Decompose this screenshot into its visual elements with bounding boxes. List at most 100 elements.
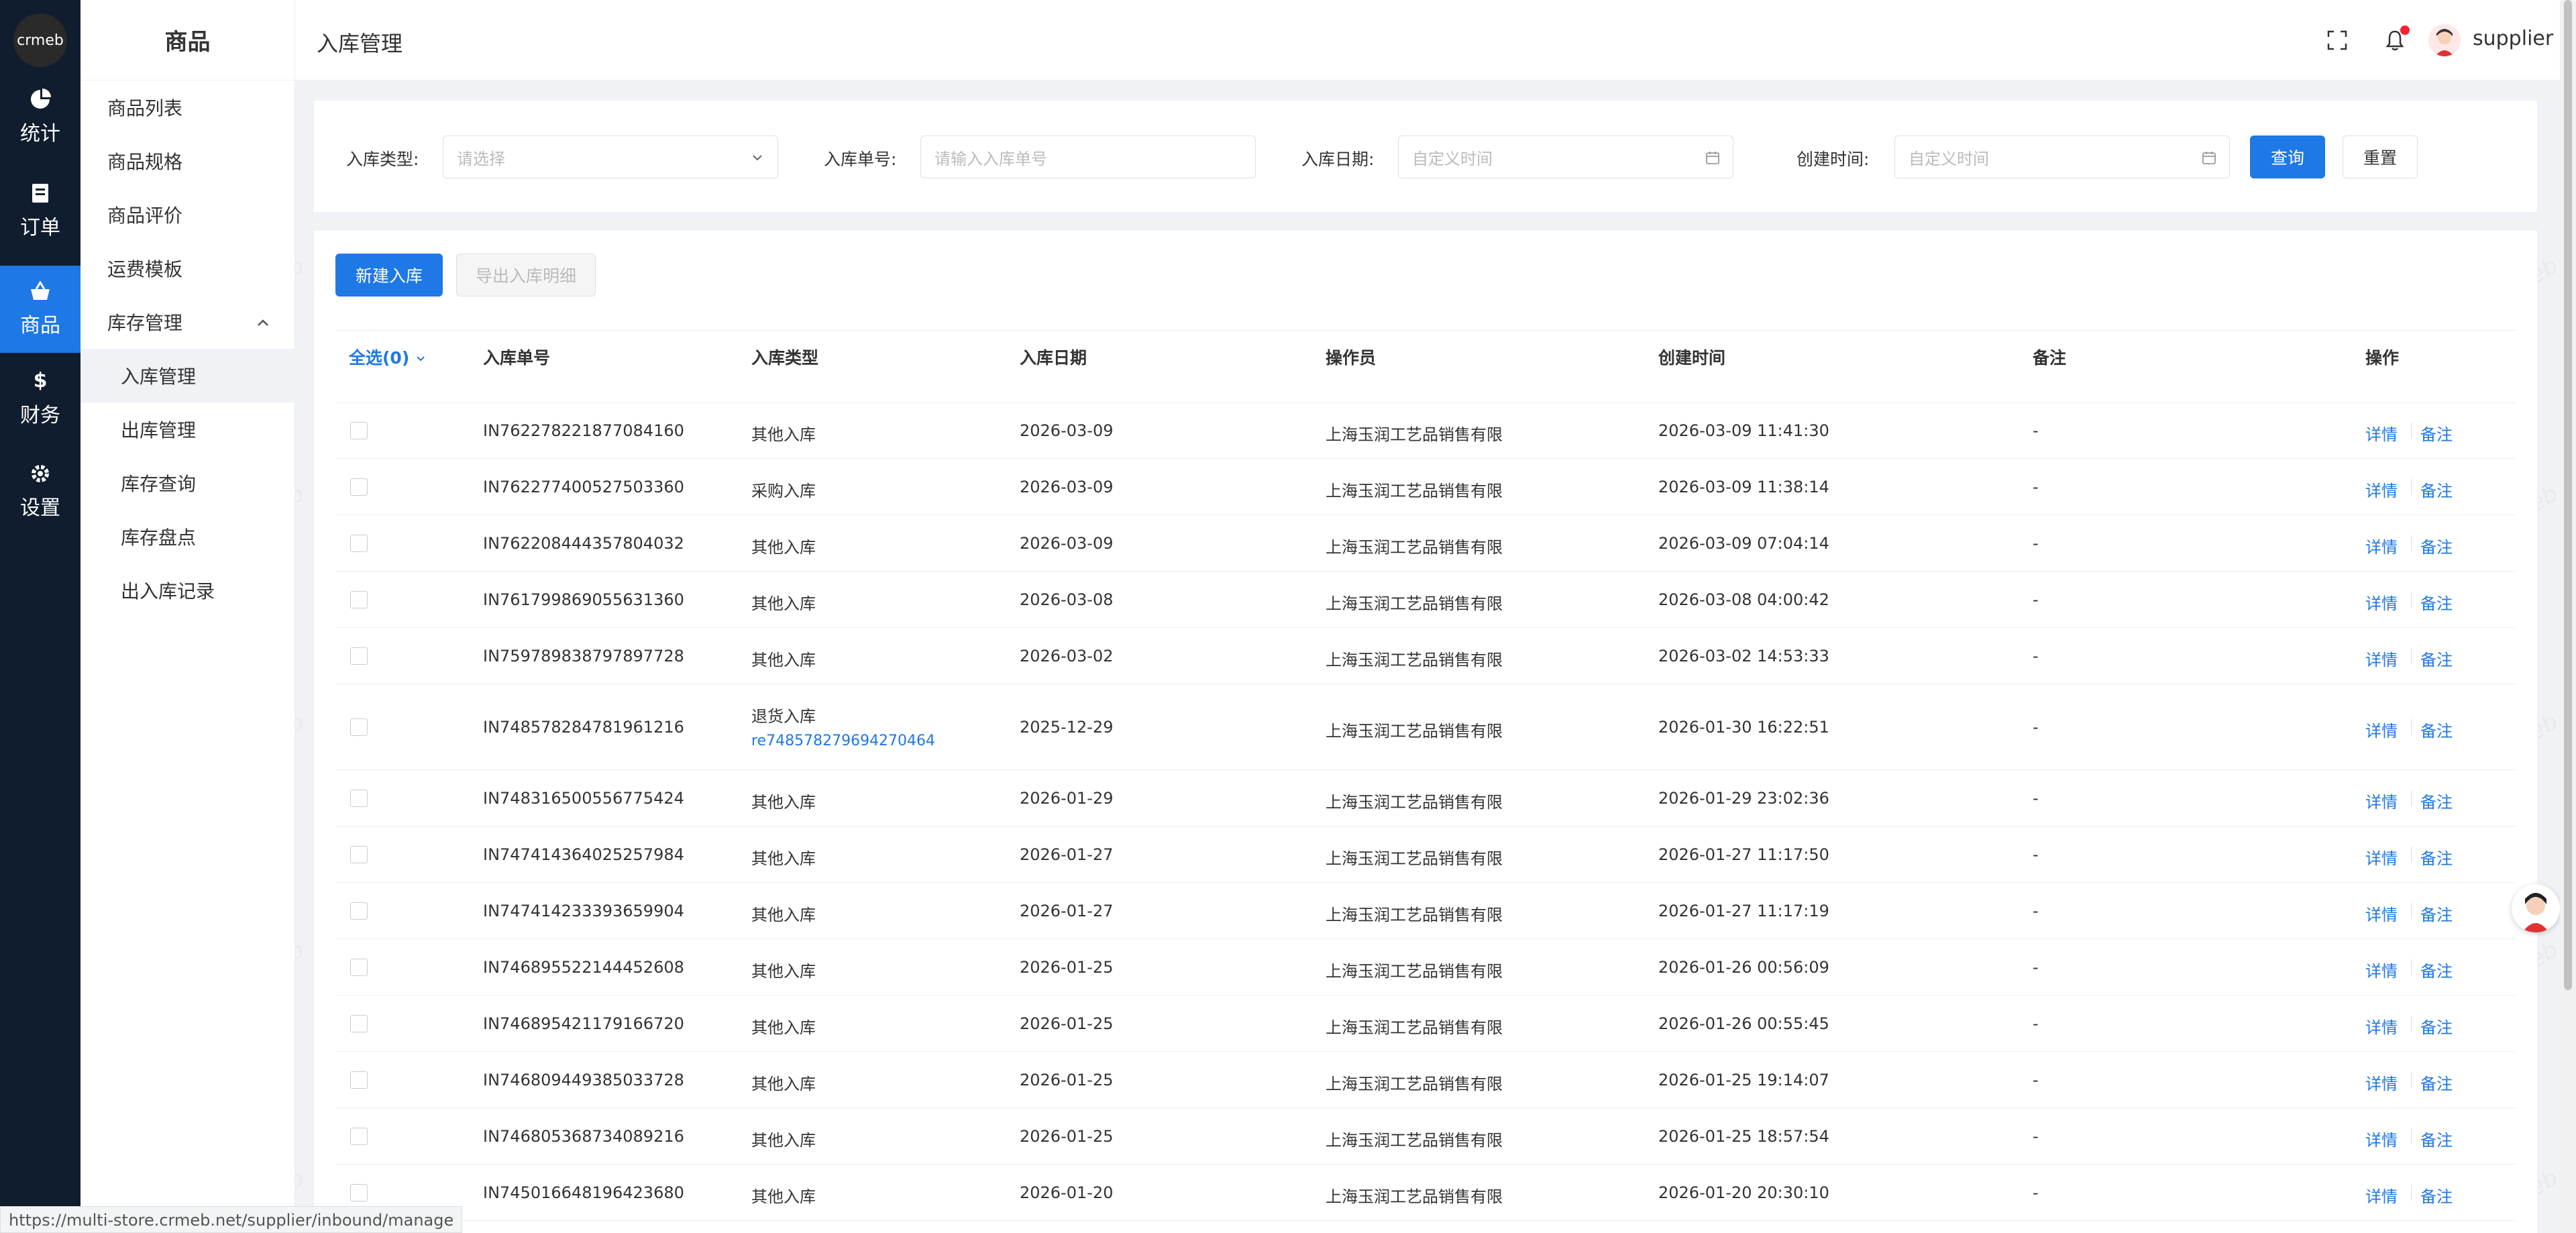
avatar[interactable] bbox=[2428, 24, 2461, 56]
bell-icon[interactable] bbox=[2381, 25, 2410, 54]
note-value: - bbox=[2033, 1014, 2039, 1033]
detail-link[interactable]: 详情 bbox=[2365, 534, 2398, 557]
note-link[interactable]: 备注 bbox=[2420, 845, 2453, 869]
app-logo[interactable]: crmeb bbox=[13, 13, 67, 67]
row-checkbox[interactable] bbox=[350, 535, 368, 552]
row-checkbox[interactable] bbox=[350, 422, 368, 439]
detail-link[interactable]: 详情 bbox=[2365, 718, 2398, 741]
rail-item-stats[interactable]: 统计 bbox=[0, 74, 80, 161]
detail-link[interactable]: 详情 bbox=[2365, 478, 2398, 501]
rail-item-settings[interactable]: 设置 bbox=[0, 448, 80, 535]
detail-link[interactable]: 详情 bbox=[2365, 1183, 2398, 1207]
operator: 上海玉润工艺品销售有限 bbox=[1326, 594, 1503, 613]
detail-link[interactable]: 详情 bbox=[2365, 1014, 2398, 1038]
fullscreen-icon[interactable] bbox=[2324, 27, 2351, 54]
created-time-picker[interactable]: 自定义时间 bbox=[1894, 136, 2230, 178]
input-placeholder: 请输入入库单号 bbox=[934, 149, 1047, 168]
row-checkbox[interactable] bbox=[350, 478, 368, 496]
inbound-date: 2026-01-20 bbox=[1020, 1183, 1114, 1202]
rail-item-label: 商品 bbox=[20, 314, 60, 337]
return-order-link[interactable]: re748578279694270464 bbox=[751, 733, 935, 749]
row-checkbox[interactable] bbox=[350, 591, 368, 608]
reset-button[interactable]: 重置 bbox=[2343, 136, 2418, 178]
detail-link[interactable]: 详情 bbox=[2365, 1127, 2398, 1150]
note-link[interactable]: 备注 bbox=[2420, 1071, 2453, 1094]
page-scrollbar[interactable] bbox=[2560, 0, 2576, 1233]
note-link[interactable]: 备注 bbox=[2420, 1014, 2453, 1038]
support-avatar-button[interactable] bbox=[2512, 884, 2560, 932]
note-link[interactable]: 备注 bbox=[2420, 1183, 2453, 1207]
operator: 上海玉润工艺品销售有限 bbox=[1326, 1075, 1503, 1093]
row-checkbox[interactable] bbox=[350, 959, 368, 976]
note-link[interactable]: 备注 bbox=[2420, 718, 2453, 741]
sidebar-item-product-spec[interactable]: 商品规格 bbox=[80, 134, 295, 188]
detail-link[interactable]: 详情 bbox=[2365, 421, 2398, 445]
detail-link[interactable]: 详情 bbox=[2365, 845, 2398, 869]
sidebar-item-inbound[interactable]: 入库管理 bbox=[80, 349, 295, 403]
detail-link[interactable]: 详情 bbox=[2365, 789, 2398, 812]
table-row: IN746809449385033728 其他入库 2026-01-25 上海玉润工艺… bbox=[335, 1052, 2516, 1108]
query-button[interactable]: 查询 bbox=[2250, 136, 2325, 178]
row-checkbox[interactable] bbox=[350, 647, 368, 665]
rail-item-finance[interactable]: $ 财务 bbox=[0, 356, 80, 443]
select-all-toggle[interactable]: 全选(0) bbox=[349, 345, 426, 369]
row-checkbox[interactable] bbox=[350, 1071, 368, 1089]
sidebar-item-product-list[interactable]: 商品列表 bbox=[80, 81, 295, 134]
inbound-date-picker[interactable]: 自定义时间 bbox=[1398, 136, 1733, 178]
note-link[interactable]: 备注 bbox=[2420, 789, 2453, 812]
row-checkbox[interactable] bbox=[350, 902, 368, 920]
inbound-type-select[interactable]: 请选择 bbox=[443, 136, 778, 178]
col-actions: 操作 bbox=[2365, 348, 2400, 368]
scrollbar-thumb[interactable] bbox=[2564, 0, 2572, 990]
note-link[interactable]: 备注 bbox=[2420, 647, 2453, 670]
table-row: IN747414364025257984 其他入库 2026-01-27 上海玉润工艺… bbox=[335, 826, 2516, 883]
created-time: 2026-01-27 11:17:19 bbox=[1658, 902, 1829, 920]
action-separator bbox=[2411, 479, 2412, 495]
table-row: IN759789838797897728 其他入库 2026-03-02 上海玉润工艺… bbox=[335, 628, 2516, 684]
inbound-no-input[interactable]: 请输入入库单号 bbox=[920, 136, 1256, 178]
row-checkbox[interactable] bbox=[350, 790, 368, 807]
username[interactable]: supplier bbox=[2473, 27, 2553, 50]
note-link[interactable]: 备注 bbox=[2420, 478, 2453, 501]
inbound-date: 2026-01-25 bbox=[1020, 1071, 1114, 1089]
divider bbox=[335, 330, 2516, 331]
created-time-label: 创建时间: bbox=[1796, 150, 1870, 169]
sidebar-item-inout-records[interactable]: 出入库记录 bbox=[80, 564, 295, 617]
inbound-date-label: 入库日期: bbox=[1301, 150, 1375, 169]
sidebar-item-product-review[interactable]: 商品评价 bbox=[80, 188, 295, 242]
operator: 上海玉润工艺品销售有限 bbox=[1326, 538, 1503, 557]
sidebar-item-shipping-template[interactable]: 运费模板 bbox=[80, 242, 295, 295]
note-link[interactable]: 备注 bbox=[2420, 1127, 2453, 1150]
created-time: 2026-01-25 18:57:54 bbox=[1658, 1127, 1829, 1146]
col-created-time: 创建时间 bbox=[1658, 348, 1726, 368]
sidebar-item-outbound[interactable]: 出库管理 bbox=[80, 403, 295, 456]
inbound-type: 其他入库 bbox=[751, 1075, 816, 1093]
detail-link[interactable]: 详情 bbox=[2365, 958, 2398, 981]
sidebar-item-stock-query[interactable]: 库存查询 bbox=[80, 456, 295, 510]
rail-item-products[interactable]: 商品 bbox=[0, 266, 80, 353]
detail-link[interactable]: 详情 bbox=[2365, 1071, 2398, 1094]
rail-item-orders[interactable]: 订单 bbox=[0, 168, 80, 255]
row-checkbox[interactable] bbox=[350, 846, 368, 863]
detail-link[interactable]: 详情 bbox=[2365, 647, 2398, 670]
breadcrumb: 入库管理 bbox=[317, 31, 403, 56]
sidebar-item-label: 出库管理 bbox=[121, 419, 197, 441]
sidebar-item-inventory[interactable]: 库存管理 bbox=[80, 295, 295, 349]
detail-link[interactable]: 详情 bbox=[2365, 590, 2398, 614]
new-inbound-button[interactable]: 新建入库 bbox=[335, 254, 443, 297]
note-link[interactable]: 备注 bbox=[2420, 534, 2453, 557]
note-value: - bbox=[2033, 902, 2039, 920]
note-link[interactable]: 备注 bbox=[2420, 902, 2453, 925]
row-checkbox[interactable] bbox=[350, 1128, 368, 1145]
note-link[interactable]: 备注 bbox=[2420, 421, 2453, 445]
detail-link[interactable]: 详情 bbox=[2365, 902, 2398, 925]
sidebar-item-label: 库存查询 bbox=[121, 473, 197, 495]
row-checkbox[interactable] bbox=[350, 1015, 368, 1032]
sidebar-item-stocktake[interactable]: 库存盘点 bbox=[80, 510, 295, 564]
row-checkbox[interactable] bbox=[350, 718, 368, 736]
inbound-date: 2026-03-08 bbox=[1020, 590, 1114, 609]
note-link[interactable]: 备注 bbox=[2420, 590, 2453, 614]
col-note: 备注 bbox=[2033, 348, 2067, 368]
note-link[interactable]: 备注 bbox=[2420, 958, 2453, 981]
row-checkbox[interactable] bbox=[350, 1184, 368, 1201]
